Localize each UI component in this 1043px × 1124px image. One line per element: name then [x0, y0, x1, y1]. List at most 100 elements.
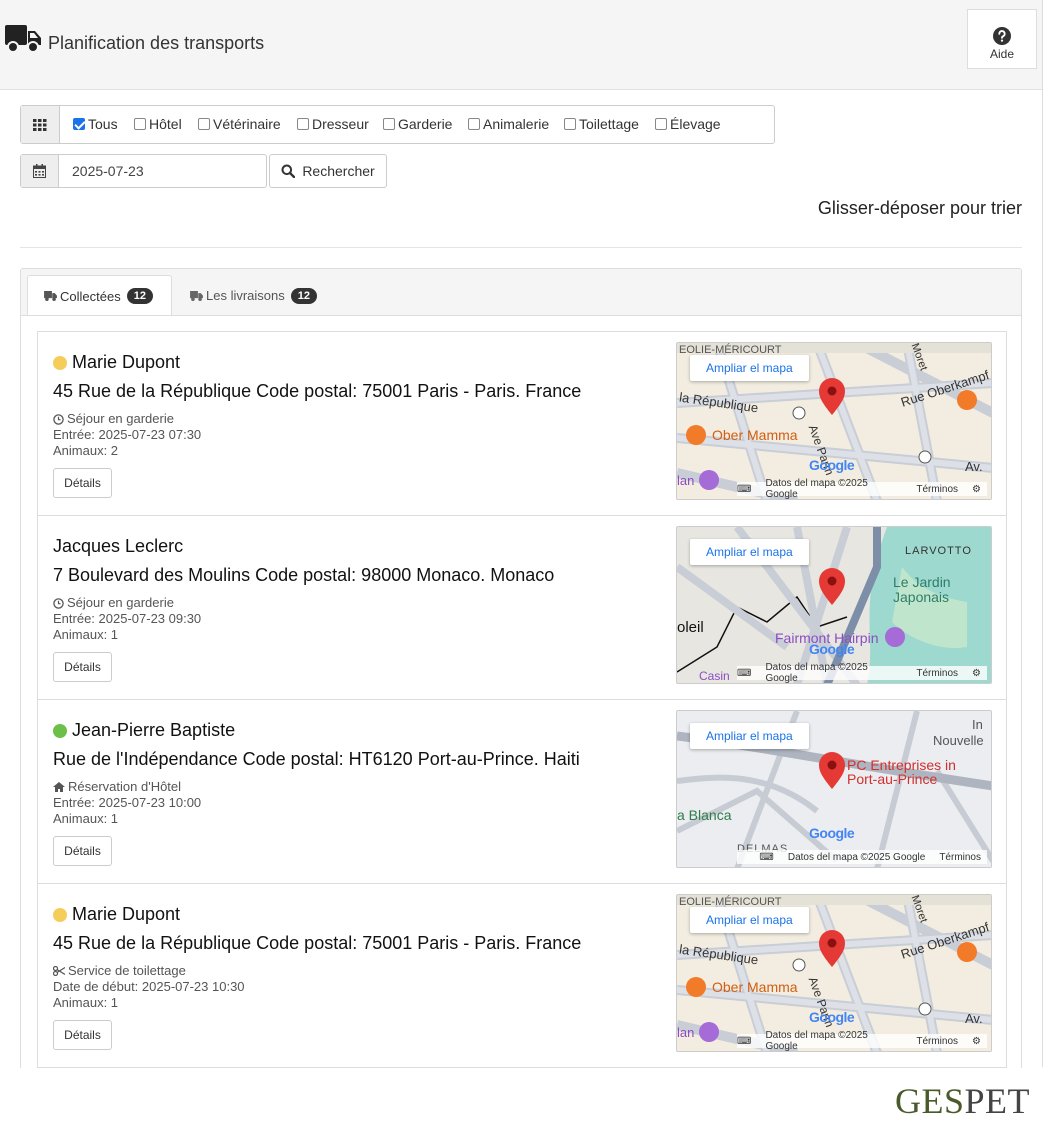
- animal-count: Animaux: 1: [53, 627, 119, 642]
- grid-icon: [21, 106, 60, 143]
- question-circle-icon: [993, 27, 1011, 45]
- category-filter-bar: Tous Hôtel Vétérinaire Dresseur Garderie…: [20, 105, 775, 144]
- date-input[interactable]: [60, 155, 266, 187]
- booking-date: Entrée: 2025-07-23 09:30: [53, 611, 202, 626]
- help-label: Aide: [989, 47, 1015, 61]
- filter-hotel[interactable]: Hôtel: [134, 116, 182, 132]
- map-attribution: ⌨ Datos del mapa ©2025 Google Términos: [737, 850, 987, 864]
- filter-dresseur[interactable]: Dresseur: [297, 116, 369, 132]
- client-name: Jacques Leclerc: [53, 536, 184, 556]
- filter-checkbox[interactable]: [73, 118, 85, 130]
- map-attribution: ⌨ Datos del mapa ©2025 Google Términos ⚙: [737, 478, 987, 499]
- details-button[interactable]: Détails: [53, 652, 112, 682]
- map-embed[interactable]: Ampliar el mapa PC Entreprises in Port-a…: [676, 710, 992, 868]
- page-title: Planification des transports: [48, 33, 265, 53]
- keyboard-icon[interactable]: ⌨: [759, 852, 773, 863]
- filter-checkbox[interactable]: [134, 118, 146, 130]
- map-attribution: ⌨ Datos del mapa ©2025 Google Términos ⚙: [737, 662, 987, 683]
- keyboard-icon[interactable]: ⌨: [737, 668, 751, 679]
- tab-collectees[interactable]: Collectées 12: [27, 275, 172, 316]
- booking-info: Réservation d'Hôtel Entrée: 2025-07-23 1…: [53, 779, 202, 826]
- expand-map-link[interactable]: Ampliar el mapa: [690, 907, 809, 933]
- expand-map-link[interactable]: Ampliar el mapa: [690, 723, 809, 749]
- filter-veterinaire[interactable]: Vétérinaire: [198, 116, 281, 132]
- transport-panel: Collectées 12 Les livraisons 12 Marie Du…: [20, 268, 1022, 1068]
- count-badge: 12: [290, 287, 318, 304]
- google-logo: Google: [809, 457, 855, 473]
- brand-logo: GESPET: [895, 1081, 1031, 1121]
- google-logo: Google: [809, 641, 855, 657]
- booking-info: Séjour en garderie Entrée: 2025-07-23 09…: [53, 595, 202, 642]
- search-button[interactable]: Rechercher: [269, 154, 387, 188]
- client-address: 45 Rue de la République Code postal: 750…: [53, 381, 582, 401]
- page-header: Planification des transports Aide: [0, 0, 1043, 90]
- client-name: Marie Dupont: [53, 904, 180, 925]
- truck-icon: [44, 291, 57, 301]
- animal-count: Animaux: 1: [53, 995, 119, 1010]
- filter-checkbox[interactable]: [297, 118, 309, 130]
- booking-date: Date de début: 2025-07-23 10:30: [53, 979, 245, 994]
- booking-info: Service de toilettage Date de début: 202…: [53, 963, 245, 1010]
- keyboard-icon[interactable]: ⌨: [737, 484, 751, 495]
- filter-elevage[interactable]: Élevage: [655, 116, 721, 132]
- client-address: 45 Rue de la République Code postal: 750…: [53, 933, 582, 953]
- map-embed[interactable]: Ampliar el mapa Ober Mamma la République…: [676, 342, 992, 500]
- client-address: Rue de l'Indépendance Code postal: HT612…: [53, 749, 580, 769]
- map-attribution: ⌨ Datos del mapa ©2025 Google Términos ⚙: [737, 1030, 987, 1051]
- expand-map-link[interactable]: Ampliar el mapa: [690, 355, 809, 381]
- map-embed[interactable]: Ampliar el mapa LARVOTTO Le Jardin Japon…: [676, 526, 992, 684]
- truck-icon: [5, 25, 41, 53]
- gear-icon[interactable]: ⚙: [972, 1036, 981, 1047]
- details-button[interactable]: Détails: [53, 836, 112, 866]
- filter-garderie[interactable]: Garderie: [383, 116, 452, 132]
- filter-checkbox[interactable]: [564, 118, 576, 130]
- details-button[interactable]: Détails: [53, 1020, 112, 1050]
- truck-icon: [190, 290, 203, 301]
- home-icon: [53, 782, 65, 792]
- date-picker-group: [20, 154, 267, 188]
- help-button[interactable]: Aide: [967, 9, 1037, 69]
- map-terms-link[interactable]: Términos: [916, 668, 958, 679]
- google-logo: Google: [809, 825, 855, 841]
- google-logo: Google: [809, 1009, 855, 1025]
- client-address: 7 Boulevard des Moulins Code postal: 980…: [53, 565, 555, 585]
- status-dot: [53, 907, 67, 922]
- keyboard-icon[interactable]: ⌨: [737, 1036, 751, 1047]
- map-terms-link[interactable]: Términos: [916, 1036, 958, 1047]
- filter-checkbox[interactable]: [198, 118, 210, 130]
- transport-card: Jean-Pierre Baptiste Rue de l'Indépendan…: [37, 699, 1007, 884]
- booking-info: Séjour en garderie Entrée: 2025-07-23 07…: [53, 411, 202, 458]
- booking-date: Entrée: 2025-07-23 10:00: [53, 795, 202, 810]
- clock-icon: [53, 597, 64, 609]
- clock-icon: [53, 413, 64, 425]
- details-button[interactable]: Détails: [53, 468, 112, 498]
- gear-icon[interactable]: ⚙: [972, 484, 981, 495]
- gear-icon[interactable]: ⚙: [972, 668, 981, 679]
- drag-drop-hint: Glisser-déposer pour trier: [817, 198, 1022, 218]
- expand-map-link[interactable]: Ampliar el mapa: [690, 539, 809, 565]
- transport-card: Marie Dupont 45 Rue de la République Cod…: [37, 883, 1007, 1068]
- transport-card: Jacques Leclerc 7 Boulevard des Moulins …: [37, 515, 1007, 700]
- count-badge: 12: [126, 288, 153, 304]
- booking-date: Entrée: 2025-07-23 07:30: [53, 427, 202, 442]
- status-dot: [53, 723, 67, 738]
- map-terms-link[interactable]: Términos: [916, 484, 958, 495]
- filter-checkbox[interactable]: [468, 118, 480, 130]
- divider: [20, 247, 1022, 248]
- map-embed[interactable]: Ampliar el mapa Ober Mamma la République…: [676, 894, 992, 1052]
- filter-checkbox[interactable]: [655, 118, 667, 130]
- tab-label: Collectées: [60, 288, 121, 304]
- search-icon: [281, 164, 296, 178]
- tab-label: Les livraisons: [206, 288, 285, 303]
- scissors-icon: [53, 966, 65, 976]
- filter-toilettage[interactable]: Toilettage: [564, 116, 639, 132]
- animal-count: Animaux: 2: [53, 443, 119, 458]
- filter-tous[interactable]: Tous: [73, 116, 118, 132]
- calendar-icon[interactable]: [21, 155, 59, 187]
- tab-livraisons[interactable]: Les livraisons 12: [174, 275, 333, 316]
- filter-animalerie[interactable]: Animalerie: [468, 116, 549, 132]
- client-name: Marie Dupont: [53, 352, 180, 373]
- map-terms-link[interactable]: Términos: [939, 852, 981, 863]
- search-button-label: Rechercher: [302, 163, 375, 179]
- filter-checkbox[interactable]: [383, 118, 395, 130]
